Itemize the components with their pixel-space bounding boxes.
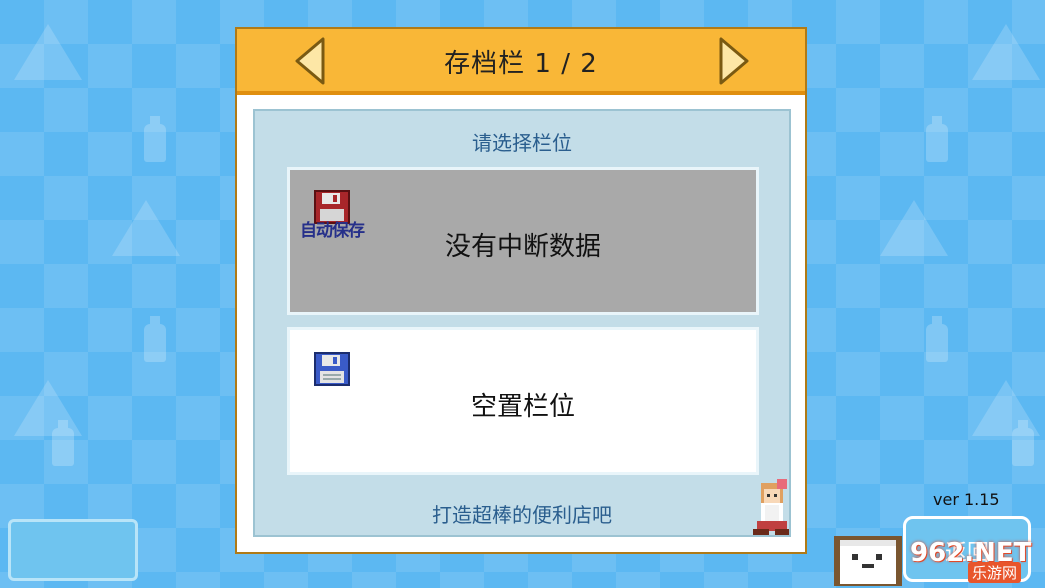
version-label: ver 1.15 xyxy=(933,490,1000,509)
background-tent-icon xyxy=(112,200,180,256)
shop-girl-sprite-icon xyxy=(753,479,789,535)
save-slot-dialog: 存档栏 1 / 2 请选择栏位 自动保存 没有中断数据 空置栏位 打造超棒的便利… xyxy=(235,27,807,554)
background-bottle-icon xyxy=(50,420,76,468)
cardboard-box-character-icon xyxy=(834,536,902,586)
chevron-right-icon xyxy=(719,37,749,85)
background-tent-icon xyxy=(14,24,82,80)
background-bottle-icon xyxy=(924,316,950,364)
save-slot-empty[interactable]: 空置栏位 xyxy=(287,327,759,475)
next-page-button[interactable] xyxy=(719,37,749,85)
tagline-text: 打造超棒的便利店吧 xyxy=(432,503,612,527)
slot-label: 空置栏位 xyxy=(470,392,575,422)
left-menu-button[interactable] xyxy=(8,519,138,581)
watermark-logo: 962.NET 乐游网 xyxy=(906,536,1040,586)
floppy-disk-blue-icon xyxy=(314,352,350,386)
background-bottle-icon xyxy=(924,116,950,164)
slot-label: 没有中断数据 xyxy=(444,232,601,262)
background-tent-icon xyxy=(880,200,948,256)
background-bottle-icon xyxy=(1010,420,1036,468)
select-slot-caption: 请选择栏位 xyxy=(472,131,572,155)
slot-panel: 请选择栏位 自动保存 没有中断数据 空置栏位 打造超棒的便利店吧 xyxy=(253,109,791,537)
background-tent-icon xyxy=(972,24,1040,80)
watermark-subtext: 乐游网 xyxy=(968,562,1022,583)
save-slot-autosave[interactable]: 自动保存 没有中断数据 xyxy=(287,167,759,315)
dialog-header: 存档栏 1 / 2 xyxy=(237,29,805,95)
background-bottle-icon xyxy=(142,116,168,164)
background-bottle-icon xyxy=(142,316,168,364)
